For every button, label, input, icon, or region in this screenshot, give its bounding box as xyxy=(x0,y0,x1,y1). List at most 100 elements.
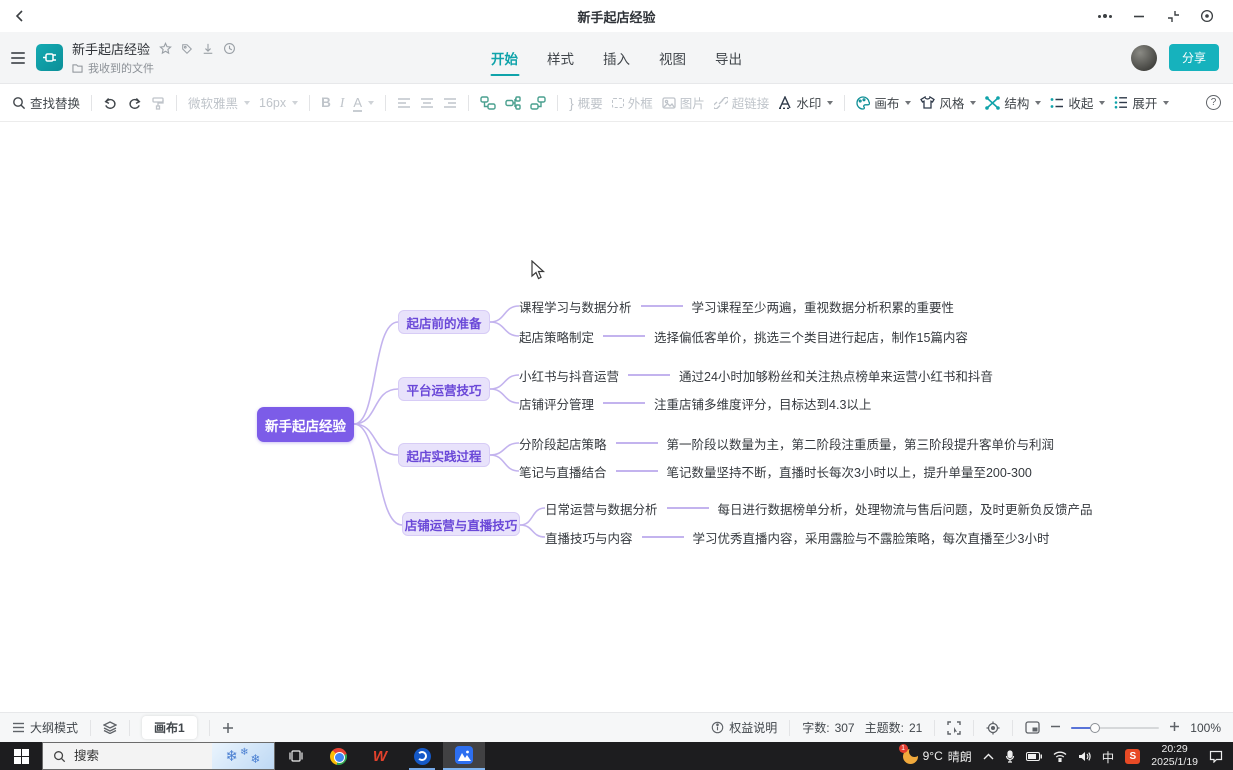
start-button[interactable] xyxy=(0,742,42,770)
back-button[interactable] xyxy=(0,9,40,23)
rights-info-button[interactable]: 权益说明 xyxy=(711,719,777,736)
tab-insert[interactable]: 插入 xyxy=(602,44,631,72)
align-center-button[interactable] xyxy=(420,97,434,109)
tab-view[interactable]: 视图 xyxy=(658,44,687,72)
battery-tray-icon[interactable] xyxy=(1026,752,1042,761)
separator xyxy=(385,95,386,111)
mindmap-subtopic-node[interactable]: 笔记与直播结合 xyxy=(519,462,607,481)
add-canvas-button[interactable] xyxy=(222,722,234,734)
outer-frame-button[interactable]: 外框 xyxy=(612,93,653,112)
hyperlink-button[interactable]: 超链接 xyxy=(714,93,770,112)
mindmap-app-button[interactable] xyxy=(443,742,485,770)
minimap-button[interactable] xyxy=(1025,721,1040,734)
layers-button[interactable] xyxy=(103,721,117,734)
mindmap-subtopic-node[interactable]: 日常运营与数据分析 xyxy=(545,499,658,518)
mindmap-subtopic-node[interactable]: 课程学习与数据分析 xyxy=(519,297,632,316)
outline-mode-button[interactable]: 大纲模式 xyxy=(12,719,78,736)
font-color-button[interactable]: A xyxy=(353,95,374,110)
taskbar-search[interactable]: ❄❄❄ xyxy=(42,742,275,770)
mindmap-subtopic-node[interactable]: 分阶段起店策略 xyxy=(519,434,607,453)
tag-icon[interactable] xyxy=(181,43,193,55)
doudian-app-button[interactable] xyxy=(401,742,443,770)
taskbar-clock[interactable]: 20:29 2025/1/19 xyxy=(1151,743,1198,768)
share-button[interactable]: 分享 xyxy=(1169,44,1219,71)
mindmap-detail-node[interactable]: 笔记数量坚持不断，直播时长每次3小时以上，提升单量至200-300 xyxy=(667,462,1032,481)
mindmap-subtopic-node[interactable]: 小红书与抖音运营 xyxy=(519,366,619,385)
tab-style[interactable]: 样式 xyxy=(546,44,575,72)
undo-button[interactable] xyxy=(103,96,118,110)
tab-start[interactable]: 开始 xyxy=(490,44,519,72)
zoom-in-button[interactable] xyxy=(1169,720,1180,735)
tab-export[interactable]: 导出 xyxy=(714,44,743,72)
microphone-tray-icon[interactable] xyxy=(1005,750,1015,763)
font-size-select[interactable]: 16px xyxy=(259,96,298,110)
collapse-button[interactable]: 收起 xyxy=(1050,93,1105,112)
hidden-icons-button[interactable] xyxy=(983,753,994,760)
download-icon[interactable] xyxy=(202,43,214,55)
fit-screen-button[interactable] xyxy=(947,721,961,735)
ime-indicator[interactable]: 中 xyxy=(1102,747,1115,766)
mindmap-detail-node[interactable]: 选择偏低客单价，挑选三个类目进行起店，制作15篇内容 xyxy=(654,327,968,346)
mindmap-subtopic-node[interactable]: 直播技巧与内容 xyxy=(545,528,633,547)
mindmap-subtopic-node[interactable]: 起店策略制定 xyxy=(519,327,594,346)
search-input[interactable] xyxy=(74,749,184,763)
task-view-button[interactable] xyxy=(275,742,317,770)
mindmap-detail-node[interactable]: 第一阶段以数量为主，第二阶段注重质量，第三阶段提升客单价与利润 xyxy=(667,434,1055,453)
mindmap-canvas[interactable]: 新手起店经验 起店前的准备 平台运营技巧 起店实践过程 店铺运营与直播技巧 课程… xyxy=(0,122,1233,712)
insert-child-topic-icon xyxy=(505,96,521,110)
document-location[interactable]: 我收到的文件 xyxy=(88,60,154,76)
action-center-button[interactable] xyxy=(1209,750,1223,763)
mindmap-branch-node[interactable]: 起店前的准备 xyxy=(398,310,490,334)
align-left-button[interactable] xyxy=(397,97,411,109)
align-right-button[interactable] xyxy=(443,97,457,109)
mindmap-detail-node[interactable]: 学习课程至少两遍，重视数据分析积累的重要性 xyxy=(692,297,955,316)
zoom-slider-knob[interactable] xyxy=(1090,723,1100,733)
mindmap-branch-node[interactable]: 平台运营技巧 xyxy=(398,377,490,401)
mindmap-subtopic-node[interactable]: 店铺评分管理 xyxy=(519,394,594,413)
sogou-ime-icon[interactable]: S xyxy=(1125,749,1140,764)
mindmap-detail-node[interactable]: 注重店铺多维度评分，目标达到4.3以上 xyxy=(654,394,871,413)
canvas-button[interactable]: 画布 xyxy=(856,93,911,112)
weather-widget-snow[interactable]: ❄❄❄ xyxy=(212,743,274,769)
main-menu-icon[interactable] xyxy=(0,52,36,64)
find-replace-button[interactable]: 查找替换 xyxy=(12,93,80,112)
chrome-app-button[interactable] xyxy=(317,742,359,770)
insert-child-topic-button[interactable] xyxy=(505,96,521,110)
locate-center-button[interactable] xyxy=(986,721,1000,735)
star-icon[interactable] xyxy=(159,42,172,55)
help-button[interactable]: ? xyxy=(1206,95,1221,110)
font-family-select[interactable]: 微软雅黑 xyxy=(188,93,250,112)
mindmap-detail-node[interactable]: 学习优秀直播内容，采用露脸与不露脸策略，每次直播至少3小时 xyxy=(693,528,1050,547)
restore-window-icon[interactable] xyxy=(1165,8,1181,24)
insert-sibling-topic-button[interactable] xyxy=(480,96,496,110)
canvas-tab[interactable]: 画布1 xyxy=(142,716,197,739)
insert-parent-topic-button[interactable] xyxy=(530,96,546,110)
more-menu-icon[interactable] xyxy=(1097,8,1113,24)
wps-app-button[interactable]: W xyxy=(359,742,401,770)
mindmap-branch-node[interactable]: 起店实践过程 xyxy=(398,443,490,467)
mindmap-branch-node[interactable]: 店铺运营与直播技巧 xyxy=(402,512,520,536)
format-painter-button[interactable] xyxy=(151,96,165,110)
history-icon[interactable] xyxy=(223,42,236,55)
expand-button[interactable]: 展开 xyxy=(1114,93,1169,112)
image-button[interactable]: 图片 xyxy=(662,93,705,112)
mindmap-detail-node[interactable]: 通过24小时加够粉丝和关注热点榜单来运营小红书和抖音 xyxy=(679,366,993,385)
user-avatar[interactable] xyxy=(1131,45,1157,71)
summary-button[interactable]: }概要 xyxy=(569,93,603,112)
structure-button[interactable]: 结构 xyxy=(985,93,1041,112)
app-window: 新手起店经验 新手起店经验 xyxy=(0,0,1233,770)
zoom-slider[interactable] xyxy=(1071,727,1159,729)
mindmap-detail-node[interactable]: 每日进行数据榜单分析，处理物流与售后问题，及时更新负反馈产品 xyxy=(718,499,1093,518)
zoom-out-button[interactable] xyxy=(1050,720,1061,735)
minimize-icon[interactable] xyxy=(1131,8,1147,24)
style-button[interactable]: 风格 xyxy=(920,93,976,112)
target-mode-icon[interactable] xyxy=(1199,8,1215,24)
tray-weather[interactable]: 1 9°C 晴朗 xyxy=(903,748,972,765)
watermark-button[interactable]: 水印 xyxy=(778,93,833,112)
italic-button[interactable]: I xyxy=(340,95,345,111)
volume-tray-icon[interactable] xyxy=(1078,751,1091,762)
mindmap-root-node[interactable]: 新手起店经验 xyxy=(257,407,354,442)
bold-button[interactable]: B xyxy=(321,95,331,110)
wifi-tray-icon[interactable] xyxy=(1053,751,1067,762)
redo-button[interactable] xyxy=(127,96,142,110)
